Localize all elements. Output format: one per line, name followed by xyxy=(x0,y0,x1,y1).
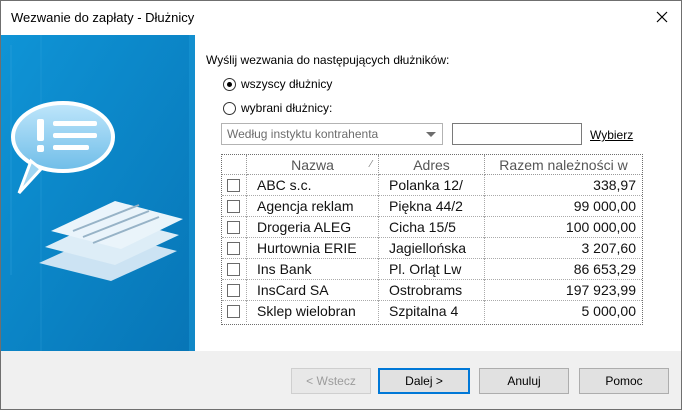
cell-address: Cicha 15/5 xyxy=(379,217,485,238)
row-checkbox-cell xyxy=(222,259,247,280)
radio-button-selected[interactable] xyxy=(223,77,236,91)
cell-name: InsCard SA xyxy=(247,280,379,301)
table-header-amount[interactable]: Razem należności w xyxy=(485,155,642,175)
cell-amount: 86 653,29 xyxy=(573,261,636,277)
row-checkbox-cell xyxy=(222,217,247,238)
speech-bubble-documents-icon xyxy=(1,35,195,351)
table-row[interactable]: InsCard SA Ostrobrams 197 923,99 xyxy=(222,280,642,301)
row-checkbox[interactable] xyxy=(227,221,240,234)
radio-selected-debtors[interactable]: wybrani dłużnicy: xyxy=(223,101,332,115)
row-checkbox-cell xyxy=(222,301,247,322)
cell-name: Agencja reklam xyxy=(247,196,379,217)
cell-address: Szpitalna 4 xyxy=(379,301,485,322)
table-header-name[interactable]: Nazwa ⁄ xyxy=(247,155,379,175)
cell-address: Piękna 44/2 xyxy=(379,196,485,217)
row-checkbox[interactable] xyxy=(227,200,240,213)
cell-name: Hurtownia ERIE xyxy=(247,238,379,259)
radio-all-debtors[interactable]: wszyscy dłużnicy xyxy=(223,77,332,91)
cell-amount: 99 000,00 xyxy=(573,198,636,214)
close-icon xyxy=(656,11,668,23)
chevron-down-icon[interactable] xyxy=(426,132,436,137)
cell-address: Pl. Orląt Lw xyxy=(379,259,485,280)
table-row[interactable]: Ins Bank Pl. Orląt Lw 86 653,29 xyxy=(222,259,642,280)
cell-address: Ostrobrams xyxy=(379,280,485,301)
dialog-content: Wyślij wezwania do następujących dłużnik… xyxy=(1,35,681,351)
cell-address: Jagiellońska xyxy=(379,238,485,259)
row-checkbox[interactable] xyxy=(227,305,240,318)
row-checkbox-cell xyxy=(222,196,247,217)
table-header-check[interactable] xyxy=(222,155,247,175)
table-row[interactable]: ABC s.c. Polanka 12/ 338,97 xyxy=(222,175,642,196)
table-header-address[interactable]: Adres xyxy=(379,155,485,175)
row-checkbox-cell xyxy=(222,280,247,301)
row-checkbox[interactable] xyxy=(227,179,240,192)
title-bar: Wezwanie do zapłaty - Dłużnicy xyxy=(1,1,681,35)
cell-name: Ins Bank xyxy=(247,259,379,280)
next-button[interactable]: Dalej > xyxy=(378,368,470,394)
cell-amount: 3 207,60 xyxy=(581,240,637,256)
filter-combo[interactable]: Według instyktu kontrahenta xyxy=(221,123,443,145)
cell-amount: 5 000,00 xyxy=(581,303,637,319)
cell-name: Sklep wielobran xyxy=(247,301,379,322)
radio-button[interactable] xyxy=(223,101,236,115)
search-input[interactable] xyxy=(452,123,582,145)
row-checkbox[interactable] xyxy=(227,284,240,297)
cell-name: Drogeria ALEG xyxy=(247,217,379,238)
help-button[interactable]: Pomoc xyxy=(579,368,669,394)
cell-amount: 197 923,99 xyxy=(565,282,636,298)
recipients-heading: Wyślij wezwania do następujących dłużnik… xyxy=(206,53,450,67)
radio-all-label: wszyscy dłużnicy xyxy=(241,77,333,91)
filter-combo-value: Według instyktu kontrahenta xyxy=(227,127,379,141)
table-row[interactable]: Hurtownia ERIE Jagiellońska 3 207,60 xyxy=(222,238,642,259)
dialog-window: Wezwanie do zapłaty - Dłużnicy Wyślij we… xyxy=(0,0,682,410)
debtors-table: Nazwa ⁄ Adres Razem należności w ABC s.c… xyxy=(221,154,643,325)
cell-amount: 100 000,00 xyxy=(565,219,636,235)
cell-address: Polanka 12/ xyxy=(379,175,485,196)
sort-indicator-icon: ⁄ xyxy=(370,159,372,170)
row-checkbox-cell xyxy=(222,175,247,196)
radio-selected-label: wybrani dłużnicy: xyxy=(241,101,333,115)
choose-link[interactable]: Wybierz xyxy=(590,128,633,142)
wizard-side-panel xyxy=(1,35,195,351)
cell-amount: 338,97 xyxy=(593,177,636,193)
row-checkbox[interactable] xyxy=(227,263,240,276)
close-button[interactable] xyxy=(649,5,675,29)
table-row[interactable]: Sklep wielobran Szpitalna 4 5 000,00 xyxy=(222,301,642,322)
table-header-name-label: Nazwa xyxy=(291,157,334,173)
table-row[interactable]: Drogeria ALEG Cicha 15/5 100 000,00 xyxy=(222,217,642,238)
row-checkbox[interactable] xyxy=(227,242,240,255)
table-row[interactable]: Agencja reklam Piękna 44/2 99 000,00 xyxy=(222,196,642,217)
row-checkbox-cell xyxy=(222,238,247,259)
cancel-button[interactable]: Anuluj xyxy=(479,368,569,394)
window-title: Wezwanie do zapłaty - Dłużnicy xyxy=(11,10,195,25)
cell-name: ABC s.c. xyxy=(247,175,379,196)
back-button[interactable]: < Wstecz xyxy=(291,368,371,394)
